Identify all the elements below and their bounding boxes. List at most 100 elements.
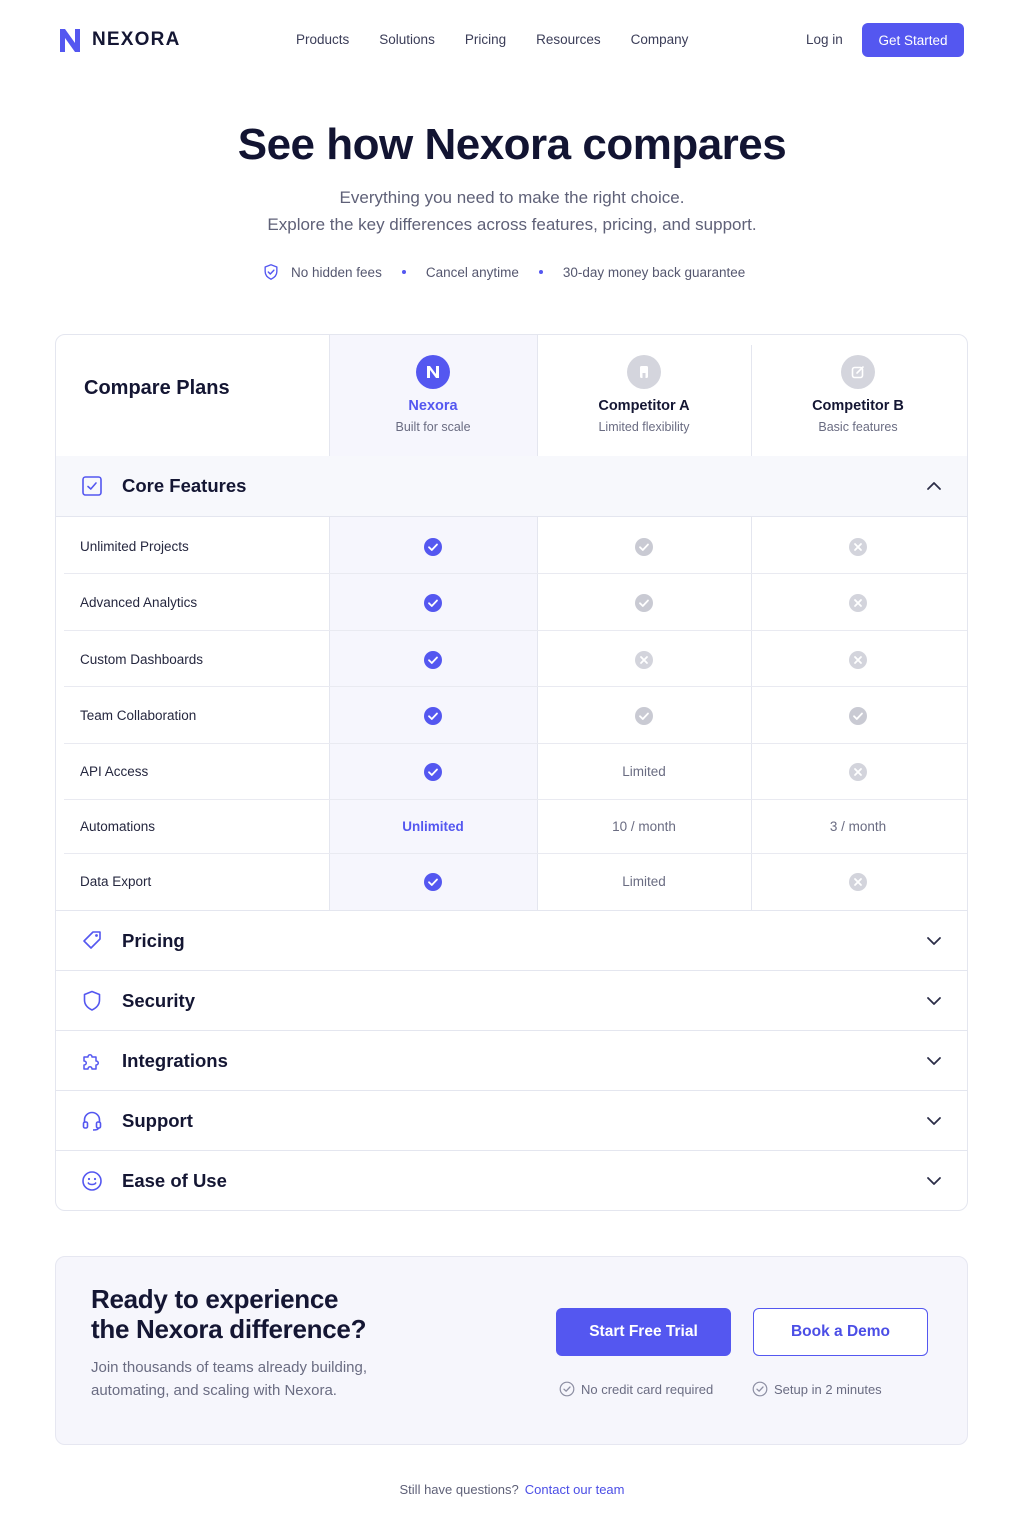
cta-title-line1: Ready to experience xyxy=(91,1284,339,1314)
nexora-logo-icon xyxy=(60,29,80,52)
section-title: Pricing xyxy=(122,930,185,951)
cell-nexora xyxy=(329,537,537,560)
row-label-api-access: API Access xyxy=(80,764,149,779)
note-text: Setup in 2 minutes xyxy=(774,1381,882,1397)
plan-name-competitor-a: Competitor A xyxy=(598,398,690,414)
section-title: Ease of Use xyxy=(122,1170,227,1191)
section-title: Security xyxy=(122,990,196,1011)
section-ease-of-use[interactable]: Ease of Use xyxy=(56,1151,967,1210)
cta-note-no-credit-card: No credit card required xyxy=(559,1381,713,1397)
separator-dot xyxy=(401,270,406,274)
hero-subtitle-line2: Explore the key differences across featu… xyxy=(267,215,757,234)
start-free-trial-button[interactable]: Start Free Trial xyxy=(556,1308,731,1356)
row-label-custom-dashboards: Custom Dashboards xyxy=(80,652,204,667)
chevron-down-icon[interactable] xyxy=(924,931,944,951)
nav-link-pricing[interactable]: Pricing xyxy=(465,32,506,47)
check-icon xyxy=(635,707,653,725)
plan-header-competitor-b: Competitor B Basic features xyxy=(751,355,965,434)
row-label-team-collaboration: Team Collaboration xyxy=(80,708,197,723)
row-label-automations: Automations xyxy=(80,819,156,834)
checkbox-chart-icon xyxy=(82,476,102,496)
brand-logo[interactable]: NEXORA xyxy=(58,26,181,54)
nav-link-resources[interactable]: Resources xyxy=(536,32,601,47)
check-circle-icon xyxy=(752,1381,768,1397)
tag-icon xyxy=(83,931,101,949)
row-label-unlimited-projects: Unlimited Projects xyxy=(80,539,189,554)
cell-nexora: Unlimited xyxy=(402,819,464,834)
plan-name-competitor-b: Competitor B xyxy=(812,398,904,414)
cell-nexora xyxy=(329,762,537,785)
chevron-down-icon[interactable] xyxy=(924,991,944,1011)
section-integrations[interactable]: Integrations xyxy=(56,1031,967,1091)
puzzle-icon xyxy=(83,1054,99,1070)
section-pricing[interactable]: Pricing xyxy=(56,911,967,971)
section-support[interactable]: Support xyxy=(56,1091,967,1151)
cell-nexora xyxy=(329,593,537,616)
nav-link-solutions[interactable]: Solutions xyxy=(379,32,435,47)
building-icon xyxy=(627,355,661,389)
check-icon xyxy=(424,538,442,556)
section-title: Support xyxy=(122,1110,193,1131)
check-icon xyxy=(635,594,653,612)
plan-header-competitor-a: Competitor A Limited flexibility xyxy=(537,355,751,434)
cta-title-line2: the Nexora difference? xyxy=(91,1314,367,1344)
cell-competitor-b: 3 / month xyxy=(829,819,887,834)
nav-link-products[interactable]: Products xyxy=(296,32,349,47)
cross-icon xyxy=(849,651,867,669)
section-title: Core Features xyxy=(122,475,247,496)
login-link[interactable]: Log in xyxy=(806,32,843,47)
cta-text-line1: Join thousands of teams already building… xyxy=(91,1359,368,1376)
smiley-icon xyxy=(82,1171,102,1191)
chevron-up-icon[interactable] xyxy=(924,476,944,496)
check-icon xyxy=(424,594,442,612)
compare-plans-title: Compare Plans xyxy=(84,377,230,399)
comparison-table: Compare Plans Nexora Built for scale Com… xyxy=(55,334,968,1211)
get-started-button[interactable]: Get Started xyxy=(862,23,964,57)
check-icon xyxy=(424,873,442,891)
trust-money-back: 30-day money back guarantee xyxy=(562,264,746,280)
cell-competitor-b xyxy=(751,537,965,560)
check-icon xyxy=(849,707,867,725)
note-text: No credit card required xyxy=(581,1381,714,1397)
edit-box-icon xyxy=(841,355,875,389)
nav-links: Products Solutions Pricing Resources Com… xyxy=(296,32,718,47)
footer-contact: Still have questions? Contact our team xyxy=(0,1482,1024,1497)
row-label-advanced-analytics: Advanced Analytics xyxy=(80,595,198,610)
cta-panel: Ready to experience the Nexora differenc… xyxy=(55,1256,968,1445)
plan-header-nexora: Nexora Built for scale xyxy=(329,355,537,434)
nexora-plan-icon xyxy=(416,355,450,389)
contact-team-link[interactable]: Contact our team xyxy=(525,1482,625,1497)
plan-tagline-competitor-a: Limited flexibility xyxy=(598,420,690,434)
headset-icon xyxy=(82,1111,102,1131)
chevron-down-icon[interactable] xyxy=(924,1111,944,1131)
cell-competitor-a: Limited xyxy=(622,874,666,889)
separator-dot xyxy=(538,270,543,274)
section-security[interactable]: Security xyxy=(56,971,967,1031)
check-icon xyxy=(424,651,442,669)
cell-competitor-b xyxy=(751,650,965,673)
section-title: Integrations xyxy=(122,1050,228,1071)
shield-check-icon xyxy=(264,264,278,280)
cell-nexora xyxy=(329,650,537,673)
cross-icon xyxy=(849,763,867,781)
cell-competitor-a: Limited xyxy=(622,764,666,779)
chevron-down-icon[interactable] xyxy=(924,1051,944,1071)
chevron-down-icon[interactable] xyxy=(924,1171,944,1191)
cross-icon xyxy=(849,594,867,612)
nav-link-company[interactable]: Company xyxy=(631,32,689,47)
cell-competitor-a xyxy=(537,537,751,560)
plan-name-nexora: Nexora xyxy=(408,398,458,414)
book-demo-button[interactable]: Book a Demo xyxy=(753,1308,928,1356)
plan-tagline-nexora: Built for scale xyxy=(395,420,471,434)
row-label-data-export: Data Export xyxy=(80,874,152,889)
trust-badges: No hidden fees Cancel anytime 30-day mon… xyxy=(262,263,745,281)
cell-competitor-a xyxy=(537,706,751,729)
trust-cancel-anytime: Cancel anytime xyxy=(425,264,519,280)
page-title: See how Nexora compares xyxy=(237,120,787,169)
cell-nexora xyxy=(329,872,537,895)
check-icon xyxy=(635,538,653,556)
top-navigation: NEXORA Products Solutions Pricing Resour… xyxy=(0,0,1024,80)
check-icon xyxy=(424,763,442,781)
check-circle-icon xyxy=(559,1381,575,1397)
section-core-features[interactable]: Core Features xyxy=(56,456,967,516)
